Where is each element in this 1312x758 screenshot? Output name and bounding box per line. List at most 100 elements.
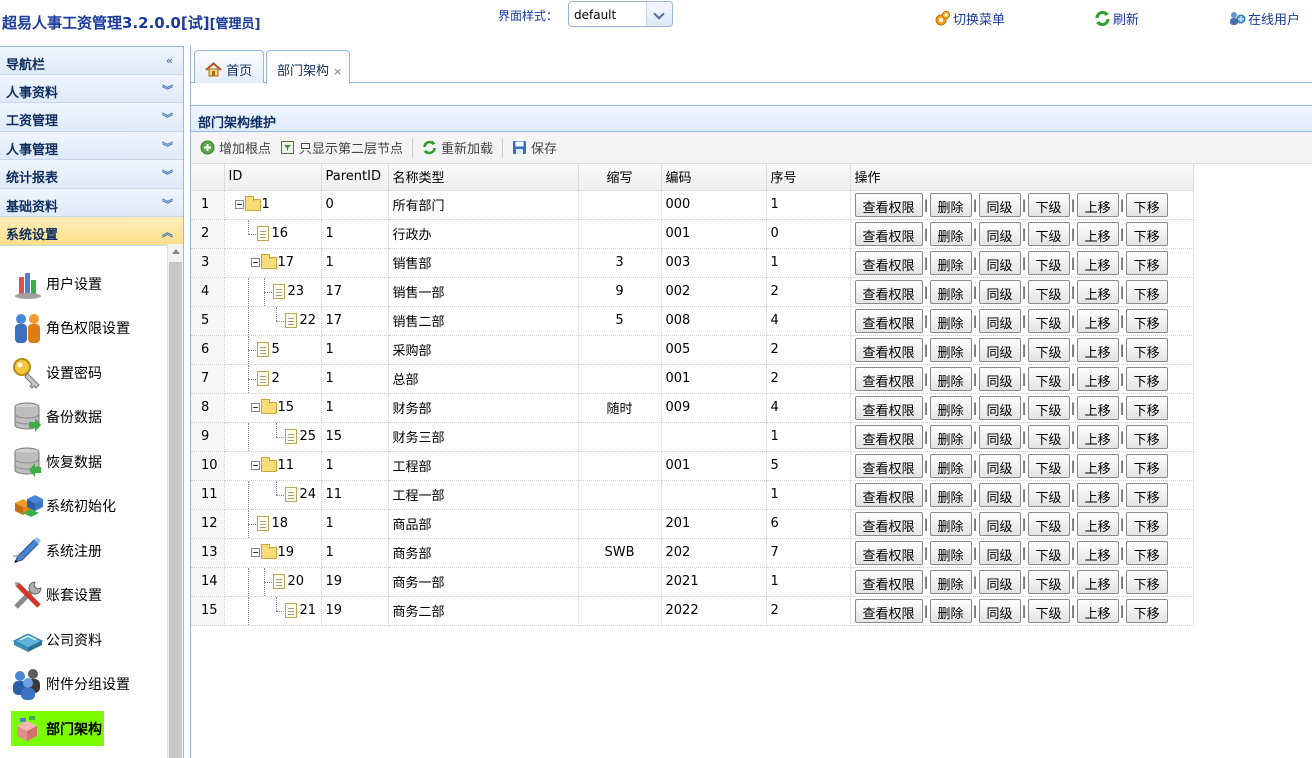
move-down-button[interactable]: 下移	[1125, 279, 1168, 304]
view-permissions-button[interactable]: 查看权限	[854, 569, 923, 594]
table-row[interactable]: 1 1 0 所有部门 000 1 查看权限 | 删除 | 同级 | 下级 | 上移 | 下移	[191, 190, 1194, 220]
delete-button[interactable]: 删除	[929, 540, 972, 565]
add-child-button[interactable]: 下级	[1027, 337, 1070, 362]
add-child-button[interactable]: 下级	[1027, 192, 1070, 217]
move-down-button[interactable]: 下移	[1125, 569, 1168, 594]
move-down-button[interactable]: 下移	[1125, 453, 1168, 478]
add-child-button[interactable]: 下级	[1027, 366, 1070, 391]
add-sibling-button[interactable]: 同级	[978, 192, 1021, 217]
add-child-button[interactable]: 下级	[1027, 308, 1070, 333]
sidebar-section-system-settings[interactable]: 系统设置 ︽	[0, 217, 183, 246]
table-row[interactable]: 13 19 1 商务部 SWB 202 7 查看权限 | 删除 | 同级 | 下级 | 上移 | 下移	[191, 538, 1194, 568]
table-row[interactable]: 5 22 17 销售二部 5 008 4 查看权限 | 删除 | 同级 | 下级 | 上移 | 下移	[191, 306, 1194, 336]
menu-item-company-info[interactable]: 公司资料	[11, 620, 102, 660]
tree-node[interactable]: 2	[229, 364, 317, 392]
collapse-node-icon[interactable]	[250, 548, 260, 557]
chevron-down-icon[interactable]	[646, 2, 672, 26]
move-down-button[interactable]: 下移	[1125, 337, 1168, 362]
move-up-button[interactable]: 上移	[1076, 279, 1119, 304]
view-permissions-button[interactable]: 查看权限	[854, 279, 923, 304]
tree-node[interactable]: 20	[229, 567, 317, 595]
move-down-button[interactable]: 下移	[1125, 308, 1168, 333]
table-row[interactable]: 9 25 15 财务三部 1 查看权限 | 删除 | 同级 | 下级 | 上移 | 下移	[191, 422, 1194, 452]
table-row[interactable]: 14 20 19 商务一部 2021 1 查看权限 | 删除 | 同级 | 下级 | 上移 | 下移	[191, 567, 1194, 597]
tree-node[interactable]: 24	[229, 480, 317, 508]
table-row[interactable]: 8 15 1 财务部 随时 009 4 查看权限 | 删除 | 同级 | 下级 | 上移 | 下移	[191, 393, 1194, 423]
table-row[interactable]: 2 16 1 行政办 001 0 查看权限 | 删除 | 同级 | 下级 | 上移 | 下移	[191, 219, 1194, 249]
menu-item-account-set[interactable]: 账套设置	[11, 575, 102, 615]
table-row[interactable]: 3 17 1 销售部 3 003 1 查看权限 | 删除 | 同级 | 下级 | 上移 | 下移	[191, 248, 1194, 278]
close-icon[interactable]: ×	[333, 65, 342, 78]
tree-node[interactable]: 19	[229, 539, 317, 567]
add-child-button[interactable]: 下级	[1027, 250, 1070, 275]
sidebar-section-personnel[interactable]: 人事资料 ︾	[0, 74, 183, 103]
table-row[interactable]: 15 21 19 商务二部 2022 2 查看权限 | 删除 | 同级 | 下级 | 上移 | 下移	[191, 596, 1194, 626]
move-down-button[interactable]: 下移	[1125, 395, 1168, 420]
move-down-button[interactable]: 下移	[1125, 482, 1168, 507]
add-child-button[interactable]: 下级	[1027, 511, 1070, 536]
delete-button[interactable]: 删除	[929, 221, 972, 246]
table-row[interactable]: 11 24 11 工程一部 1 查看权限 | 删除 | 同级 | 下级 | 上移 | 下移	[191, 480, 1194, 510]
menu-item-attachment-groups[interactable]: 附件分组设置	[11, 664, 130, 704]
add-sibling-button[interactable]: 同级	[978, 337, 1021, 362]
delete-button[interactable]: 删除	[929, 395, 972, 420]
menu-item-system-register[interactable]: 系统注册	[11, 531, 102, 571]
move-down-button[interactable]: 下移	[1125, 192, 1168, 217]
column-header-id[interactable]: ID	[224, 164, 322, 191]
collapse-node-icon[interactable]	[250, 461, 260, 470]
delete-button[interactable]: 删除	[929, 511, 972, 536]
sidebar-section-salary[interactable]: 工资管理 ︾	[0, 103, 183, 132]
add-sibling-button[interactable]: 同级	[978, 424, 1021, 449]
delete-button[interactable]: 删除	[929, 598, 972, 623]
collapse-left-icon[interactable]: «	[166, 54, 173, 67]
table-row[interactable]: 4 23 17 销售一部 9 002 2 查看权限 | 删除 | 同级 | 下级 | 上移 | 下移	[191, 277, 1194, 307]
move-up-button[interactable]: 上移	[1076, 511, 1119, 536]
menu-item-system-init[interactable]: 系统初始化	[11, 486, 116, 526]
tab-org-structure[interactable]: 部门架构 ×	[266, 50, 350, 84]
move-up-button[interactable]: 上移	[1076, 366, 1119, 391]
reload-button[interactable]: 重新加载	[422, 138, 493, 157]
sidebar-section-hr-management[interactable]: 人事管理 ︾	[0, 131, 183, 160]
add-child-button[interactable]: 下级	[1027, 279, 1070, 304]
move-up-button[interactable]: 上移	[1076, 540, 1119, 565]
tree-node[interactable]: 25	[229, 422, 317, 450]
delete-button[interactable]: 删除	[929, 366, 972, 391]
add-sibling-button[interactable]: 同级	[978, 598, 1021, 623]
move-up-button[interactable]: 上移	[1076, 569, 1119, 594]
refresh-link[interactable]: 刷新	[1094, 9, 1139, 28]
view-permissions-button[interactable]: 查看权限	[854, 192, 923, 217]
menu-item-restore-data[interactable]: 恢复数据	[11, 442, 102, 482]
menu-item-set-password[interactable]: 设置密码	[11, 353, 102, 393]
view-permissions-button[interactable]: 查看权限	[854, 598, 923, 623]
view-permissions-button[interactable]: 查看权限	[854, 453, 923, 478]
tree-node[interactable]: 5	[229, 335, 317, 363]
delete-button[interactable]: 删除	[929, 482, 972, 507]
move-down-button[interactable]: 下移	[1125, 511, 1168, 536]
add-sibling-button[interactable]: 同级	[978, 221, 1021, 246]
sidebar-section-basic-data[interactable]: 基础资料 ︾	[0, 188, 183, 217]
table-row[interactable]: 7 2 1 总部 001 2 查看权限 | 删除 | 同级 | 下级 | 上移 | 下移	[191, 364, 1194, 394]
add-child-button[interactable]: 下级	[1027, 569, 1070, 594]
delete-button[interactable]: 删除	[929, 192, 972, 217]
move-up-button[interactable]: 上移	[1076, 250, 1119, 275]
add-child-button[interactable]: 下级	[1027, 540, 1070, 565]
add-sibling-button[interactable]: 同级	[978, 279, 1021, 304]
tab-home[interactable]: 首页	[194, 50, 264, 83]
show-second-level-button[interactable]: 只显示第二层节点	[280, 138, 403, 157]
table-row[interactable]: 12 18 1 商品部 201 6 查看权限 | 删除 | 同级 | 下级 | 上移 | 下移	[191, 509, 1194, 539]
delete-button[interactable]: 删除	[929, 279, 972, 304]
move-down-button[interactable]: 下移	[1125, 366, 1168, 391]
view-permissions-button[interactable]: 查看权限	[854, 221, 923, 246]
move-up-button[interactable]: 上移	[1076, 308, 1119, 333]
move-down-button[interactable]: 下移	[1125, 598, 1168, 623]
table-row[interactable]: 6 5 1 采购部 005 2 查看权限 | 删除 | 同级 | 下级 | 上移 | 下移	[191, 335, 1194, 365]
delete-button[interactable]: 删除	[929, 250, 972, 275]
add-child-button[interactable]: 下级	[1027, 424, 1070, 449]
menu-item-user-settings[interactable]: 用户设置	[11, 264, 102, 304]
view-permissions-button[interactable]: 查看权限	[854, 424, 923, 449]
add-sibling-button[interactable]: 同级	[978, 250, 1021, 275]
add-child-button[interactable]: 下级	[1027, 482, 1070, 507]
move-down-button[interactable]: 下移	[1125, 424, 1168, 449]
add-sibling-button[interactable]: 同级	[978, 366, 1021, 391]
move-up-button[interactable]: 上移	[1076, 424, 1119, 449]
